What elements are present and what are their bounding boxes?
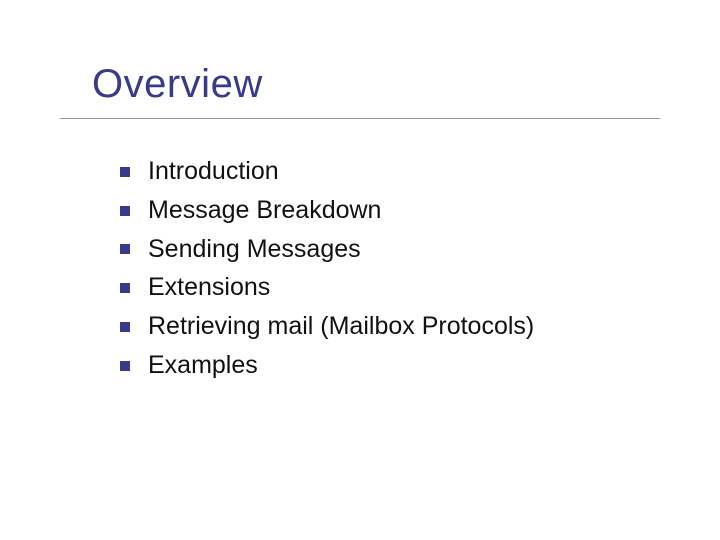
bullet-icon [120, 283, 130, 293]
list-item: Sending Messages [120, 233, 534, 267]
list-item-label: Examples [148, 349, 258, 383]
list-item-label: Message Breakdown [148, 194, 381, 228]
slide: Overview Introduction Message Breakdown … [0, 0, 720, 540]
bullet-icon [120, 361, 130, 371]
bullet-icon [120, 206, 130, 216]
title-underline [60, 118, 660, 119]
list-item: Extensions [120, 271, 534, 305]
page-title: Overview [92, 62, 263, 107]
list-item: Retrieving mail (Mailbox Protocols) [120, 310, 534, 344]
list-item: Message Breakdown [120, 194, 534, 228]
list-item-label: Extensions [148, 271, 270, 305]
bullet-icon [120, 167, 130, 177]
list-item: Examples [120, 349, 534, 383]
bullet-icon [120, 244, 130, 254]
bullet-icon [120, 322, 130, 332]
list-item-label: Retrieving mail (Mailbox Protocols) [148, 310, 534, 344]
list-item: Introduction [120, 155, 534, 189]
list-item-label: Sending Messages [148, 233, 361, 267]
content-list: Introduction Message Breakdown Sending M… [120, 155, 534, 388]
list-item-label: Introduction [148, 155, 279, 189]
